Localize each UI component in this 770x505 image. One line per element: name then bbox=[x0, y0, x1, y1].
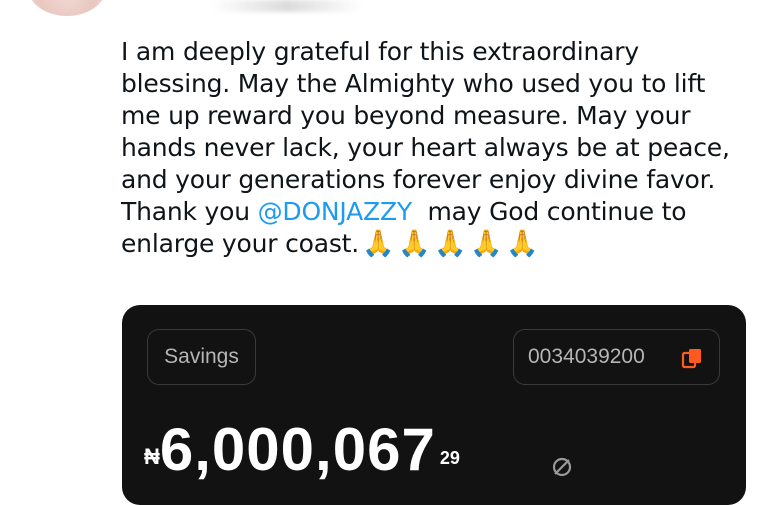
balance-decimal: 29 bbox=[439, 448, 460, 468]
folded-hands-emoji: 🙏 bbox=[361, 229, 395, 259]
account-number-chip[interactable]: 0034039200 bbox=[513, 329, 720, 385]
tweet-line-6: Thank you @DONJAZZY may God continue to bbox=[121, 196, 761, 228]
folded-hands-emoji: 🙏 bbox=[505, 229, 539, 259]
bank-balance-card: Savings 0034039200 ₦6,000,067 29 bbox=[122, 305, 746, 505]
line-6-suffix: may God continue to bbox=[411, 197, 687, 226]
tweet-text: I am deeply grateful for this extraordin… bbox=[121, 36, 761, 260]
folded-hands-emoji: 🙏 bbox=[469, 229, 503, 259]
tweet-line-4: hands never lack, your heart always be a… bbox=[121, 133, 730, 162]
account-type-badge[interactable]: Savings bbox=[147, 329, 256, 385]
folded-hands-emoji: 🙏 bbox=[397, 229, 431, 259]
copy-icon[interactable] bbox=[681, 347, 703, 369]
tweet-line-3: me up reward you beyond measure. May you… bbox=[121, 101, 691, 130]
balance-amount: ₦6,000,067 29 bbox=[144, 415, 460, 484]
mention-link[interactable]: @DONJAZZY bbox=[258, 197, 413, 226]
tweet-line-1: I am deeply grateful for this extraordin… bbox=[121, 37, 639, 66]
thank-you-text: Thank you bbox=[121, 197, 258, 226]
account-type-label: Savings bbox=[164, 345, 239, 368]
tweet-line-7: enlarge your coast. 🙏 🙏 🙏 🙏 🙏 bbox=[121, 228, 761, 260]
avatar[interactable] bbox=[28, 0, 106, 16]
eye-slash-icon[interactable] bbox=[550, 455, 574, 479]
account-number: 0034039200 bbox=[528, 345, 645, 368]
line-7-text: enlarge your coast. bbox=[121, 229, 360, 258]
balance-main: 6,000,067 bbox=[159, 416, 436, 483]
author-name-blurred bbox=[212, 0, 362, 12]
tweet-line-2: blessing. May the Almighty who used you … bbox=[121, 69, 706, 98]
tweet-line-5: and your generations forever enjoy divin… bbox=[121, 165, 716, 194]
currency-symbol: ₦ bbox=[144, 444, 160, 469]
folded-hands-emoji: 🙏 bbox=[433, 229, 467, 259]
